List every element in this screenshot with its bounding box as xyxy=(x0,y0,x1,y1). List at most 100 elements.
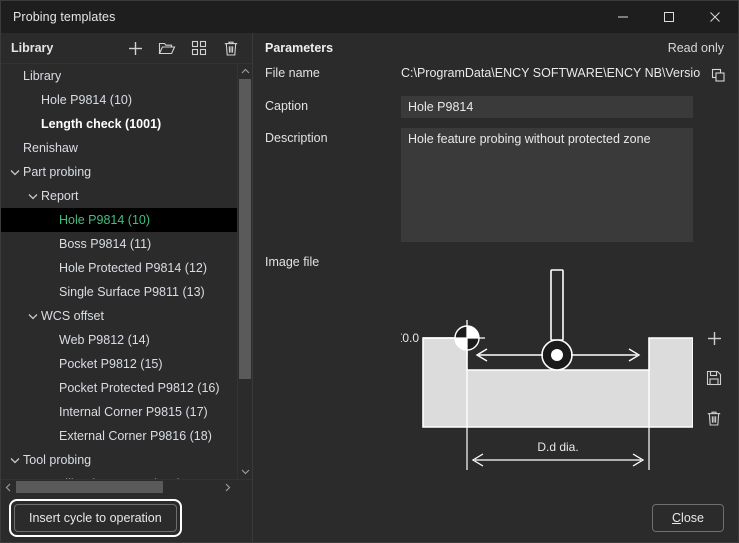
save-image-icon[interactable] xyxy=(700,365,728,391)
tree-item[interactable]: Renishaw xyxy=(1,136,237,160)
insert-cycle-to-operation-button[interactable]: Insert cycle to operation xyxy=(14,504,177,532)
tree-twisty-placeholder xyxy=(43,256,59,280)
image-preview[interactable]: Z0.0 xyxy=(401,252,693,477)
window-controls xyxy=(600,1,738,33)
maximize-icon[interactable] xyxy=(646,1,692,33)
tree-item-label: Internal Corner P9815 (17) xyxy=(59,405,208,419)
tree-item-label: External Corner P9816 (18) xyxy=(59,429,212,443)
file-name-value: C:\ProgramData\ENCY SOFTWARE\ENCY NB\Ver… xyxy=(401,63,701,80)
tree-twisty-placeholder xyxy=(43,400,59,424)
chevron-down-icon[interactable] xyxy=(25,184,41,208)
scroll-down-icon[interactable] xyxy=(238,464,252,479)
close-button-mnemonic: C xyxy=(672,511,681,525)
scrollbar-corner xyxy=(235,480,252,494)
close-button[interactable]: Close xyxy=(652,504,724,532)
close-icon[interactable] xyxy=(692,1,738,33)
tree-item-label: WCS offset xyxy=(41,309,104,323)
tree-item[interactable]: Single Surface P9811 (13) xyxy=(1,280,237,304)
grid-view-icon[interactable] xyxy=(184,35,214,61)
copy-icon[interactable] xyxy=(707,64,729,86)
z-origin-label: Z0.0 xyxy=(401,331,419,345)
tree-item[interactable]: Hole Protected P9814 (12) xyxy=(1,256,237,280)
tree-item-label: Length check (1001) xyxy=(41,117,161,131)
open-folder-icon[interactable] xyxy=(152,35,182,61)
tree-item-label: Hole P9814 (10) xyxy=(41,93,132,107)
tree-item[interactable]: Length check (1001) xyxy=(1,112,237,136)
tree-item-label: Pocket P9812 (15) xyxy=(59,357,163,371)
library-title: Library xyxy=(11,41,53,55)
image-file-row: Image file Z0.0 xyxy=(265,252,738,477)
probing-templates-dialog: Probing templates Library xyxy=(0,0,739,543)
tree-twisty-placeholder xyxy=(43,328,59,352)
tree-item-label: Single Surface P9811 (13) xyxy=(59,285,205,299)
description-label: Description xyxy=(265,128,401,145)
tree-twisty-placeholder xyxy=(43,208,59,232)
library-tree[interactable]: Library Hole P9814 (10) Length check (1001… xyxy=(1,64,237,479)
minimize-icon[interactable] xyxy=(600,1,646,33)
tree-twisty-placeholder xyxy=(43,352,59,376)
parameters-header: Parameters Read only xyxy=(253,33,738,63)
tree-item[interactable]: Pocket P9812 (15) xyxy=(1,352,237,376)
tree-item[interactable]: Hole P9814 (10) xyxy=(1,88,237,112)
add-image-icon[interactable] xyxy=(700,325,728,351)
tree-item[interactable]: Tool probing xyxy=(1,448,237,472)
tree-twisty-placeholder xyxy=(43,280,59,304)
tree-item-label: Renishaw xyxy=(23,141,78,155)
add-template-icon[interactable] xyxy=(120,35,150,61)
tree-twisty-placeholder xyxy=(43,376,59,400)
tree-item-label: Z calibration P9801 (100) xyxy=(41,477,181,479)
tree-twisty-placeholder xyxy=(43,424,59,448)
parameters-footer: Close xyxy=(253,494,738,542)
tree-twisty-placeholder xyxy=(7,136,23,160)
tree-item[interactable]: Report xyxy=(1,184,237,208)
tree-item[interactable]: Z calibration P9801 (100) xyxy=(1,472,237,479)
tree-item[interactable]: Boss P9814 (11) xyxy=(1,232,237,256)
image-side-tools xyxy=(700,325,728,431)
scroll-up-icon[interactable] xyxy=(238,64,252,79)
chevron-down-icon[interactable] xyxy=(25,304,41,328)
tree-item-label: Pocket Protected P9812 (16) xyxy=(59,381,220,395)
library-tool-buttons xyxy=(120,35,246,61)
description-textarea[interactable] xyxy=(401,128,693,242)
tree-item-label: Library xyxy=(23,69,61,83)
tree-scroll-track[interactable] xyxy=(238,79,252,464)
tree-item-label: Tool probing xyxy=(23,453,91,467)
description-row: Description xyxy=(265,128,738,242)
caption-input[interactable] xyxy=(401,96,693,118)
tree-item[interactable]: Library xyxy=(1,64,237,88)
read-only-status: Read only xyxy=(668,41,724,55)
tree-horizontal-scrollbar[interactable] xyxy=(1,479,252,494)
probing-cycle-drawing: Z0.0 xyxy=(401,252,693,477)
tree-item[interactable]: External Corner P9816 (18) xyxy=(1,424,237,448)
tree-twisty-placeholder xyxy=(7,64,23,88)
title-bar: Probing templates xyxy=(1,1,738,33)
scroll-right-icon[interactable] xyxy=(220,480,235,494)
tree-hscroll-thumb[interactable] xyxy=(16,481,163,493)
tree-item-label: Report xyxy=(41,189,79,203)
tree-item[interactable]: Part probing xyxy=(1,160,237,184)
delete-image-icon[interactable] xyxy=(700,405,728,431)
tree-item[interactable]: Web P9812 (14) xyxy=(1,328,237,352)
tree-item-label: Boss P9814 (11) xyxy=(59,237,151,251)
chevron-down-icon[interactable] xyxy=(7,448,23,472)
close-button-rest: lose xyxy=(681,511,704,525)
tree-item-label: Part probing xyxy=(23,165,91,179)
tree-item[interactable]: Hole P9814 (10) xyxy=(1,208,237,232)
delete-template-icon[interactable] xyxy=(216,35,246,61)
tree-vertical-scrollbar[interactable] xyxy=(237,64,252,479)
dialog-body: Library xyxy=(1,33,738,542)
tree-hscroll-track[interactable] xyxy=(16,480,220,494)
tree-twisty-placeholder xyxy=(25,88,41,112)
tree-item[interactable]: WCS offset xyxy=(1,304,237,328)
tree-twisty-placeholder xyxy=(25,112,41,136)
scroll-left-icon[interactable] xyxy=(1,480,16,494)
insert-cycle-focus-ring: Insert cycle to operation xyxy=(9,499,182,537)
tree-item-label: Hole P9814 (10) xyxy=(59,213,150,227)
tree-item-label: Hole Protected P9814 (12) xyxy=(59,261,207,275)
chevron-down-icon[interactable] xyxy=(7,160,23,184)
tree-item[interactable]: Pocket Protected P9812 (16) xyxy=(1,376,237,400)
library-tree-area: Library Hole P9814 (10) Length check (1001… xyxy=(1,63,252,479)
tree-scroll-thumb[interactable] xyxy=(239,79,251,379)
window-title: Probing templates xyxy=(13,10,115,24)
tree-item[interactable]: Internal Corner P9815 (17) xyxy=(1,400,237,424)
